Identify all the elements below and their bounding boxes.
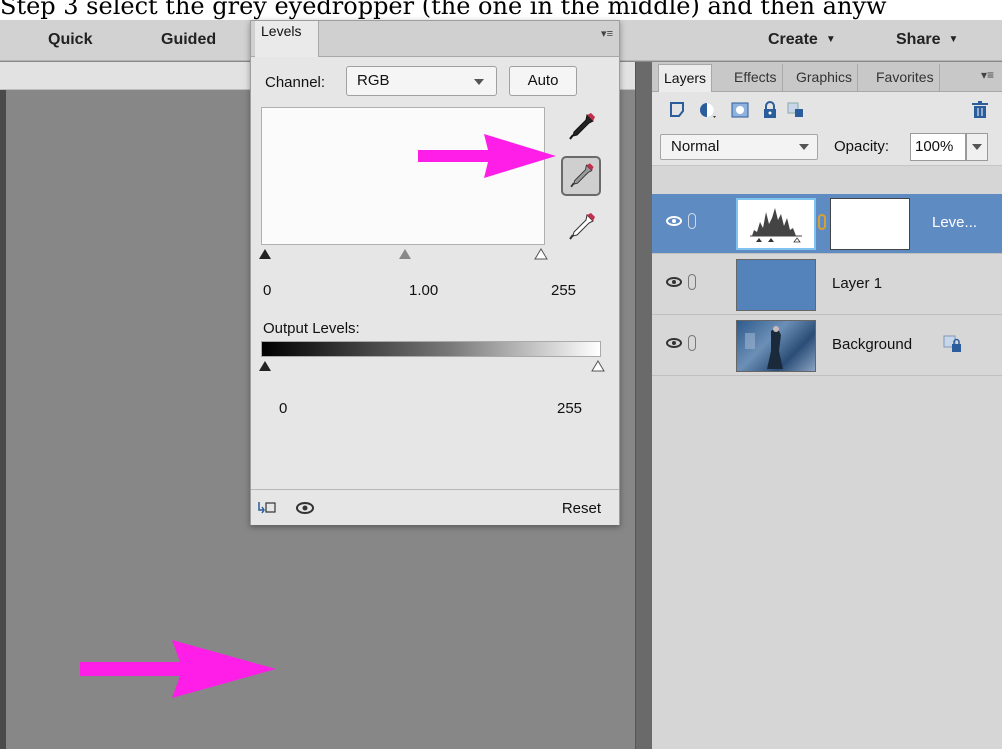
layers-panel: Layers Effects Graphics Favorites ▾≡ Nor… bbox=[652, 62, 1002, 749]
annotation-arrow-icon bbox=[418, 134, 556, 178]
output-levels-label: Output Levels: bbox=[263, 320, 360, 337]
adjustment-layer-icon[interactable] bbox=[698, 100, 718, 120]
panel-divider[interactable] bbox=[635, 62, 652, 749]
blend-mode-select[interactable]: Normal bbox=[660, 134, 818, 160]
lock-transparency-icon bbox=[943, 335, 961, 352]
chevron-down-icon: ▼ bbox=[825, 34, 836, 45]
panel-tabs: Layers Effects Graphics Favorites ▾≡ bbox=[652, 62, 1002, 92]
layers-toolbar bbox=[652, 92, 1002, 126]
panel-menu-icon[interactable]: ▾≡ bbox=[981, 68, 994, 82]
input-white-value[interactable]: 255 bbox=[551, 282, 576, 299]
grey-eyedropper-icon bbox=[570, 163, 594, 188]
black-point-handle bbox=[259, 249, 271, 259]
gamma-handle bbox=[399, 249, 411, 259]
link-icon bbox=[688, 213, 696, 229]
auto-button[interactable]: Auto bbox=[509, 66, 577, 96]
new-layer-icon[interactable] bbox=[668, 100, 688, 120]
link-icon bbox=[688, 335, 696, 351]
layer-mask-icon[interactable] bbox=[730, 100, 750, 120]
input-gamma-value[interactable]: 1.00 bbox=[409, 282, 438, 299]
share-label: Share bbox=[896, 31, 941, 49]
white-eyedropper-icon[interactable] bbox=[561, 207, 601, 247]
eye-icon[interactable] bbox=[295, 501, 315, 515]
trash-icon[interactable] bbox=[970, 100, 990, 120]
reset-button[interactable]: Reset bbox=[562, 500, 601, 517]
photo-preview-image bbox=[745, 326, 783, 369]
levels-dialog: Levels ▾≡ Channel: RGB Auto 0 1.00 255 O… bbox=[250, 20, 620, 525]
tab-favorites[interactable]: Favorites bbox=[871, 64, 940, 92]
guided-mode-button[interactable]: Guided bbox=[161, 20, 216, 60]
channel-label: Channel: bbox=[265, 74, 326, 91]
tab-layers[interactable]: Layers bbox=[658, 64, 713, 92]
levels-tabbar: Levels ▾≡ bbox=[251, 21, 619, 57]
output-black-handle bbox=[259, 361, 271, 371]
create-menu-button[interactable]: Create ▼ bbox=[768, 20, 836, 60]
blend-row: Normal Opacity: 100% bbox=[652, 126, 1002, 166]
opacity-label: Opacity: bbox=[834, 138, 890, 155]
instruction-caption: Step 3 select the grey eyedropper (the o… bbox=[0, 0, 887, 20]
grey-eyedropper-button[interactable] bbox=[561, 156, 601, 196]
chevron-down-icon: ▼ bbox=[948, 34, 959, 45]
channel-select[interactable]: RGB bbox=[346, 66, 497, 96]
layer-row-background[interactable]: Background bbox=[652, 316, 1002, 376]
channel-value: RGB bbox=[357, 72, 390, 89]
lock-transparency-icon[interactable] bbox=[786, 100, 806, 120]
layer-mask-thumbnail[interactable] bbox=[830, 198, 910, 250]
layer1-thumbnail[interactable] bbox=[736, 259, 816, 311]
quick-mode-button[interactable]: Quick bbox=[48, 20, 92, 60]
panel-menu-icon[interactable]: ▾≡ bbox=[601, 27, 613, 40]
layer-name: Leve... bbox=[932, 214, 978, 231]
output-white-handle bbox=[591, 360, 605, 372]
output-black-value[interactable]: 0 bbox=[279, 400, 287, 417]
eye-icon[interactable] bbox=[666, 216, 682, 226]
chain-link-icon[interactable] bbox=[818, 214, 826, 230]
output-white-value[interactable]: 255 bbox=[557, 400, 582, 417]
blend-mode-value: Normal bbox=[671, 138, 720, 155]
black-eyedropper-icon[interactable] bbox=[561, 107, 601, 147]
eye-icon[interactable] bbox=[666, 338, 682, 348]
share-menu-button[interactable]: Share ▼ bbox=[896, 20, 958, 60]
eye-icon[interactable] bbox=[666, 277, 682, 287]
chevron-down-icon bbox=[799, 144, 809, 150]
chevron-down-icon bbox=[474, 79, 484, 85]
output-levels-slider[interactable] bbox=[255, 355, 615, 375]
opacity-dropdown-button[interactable] bbox=[966, 133, 988, 161]
input-levels-slider[interactable] bbox=[255, 243, 555, 263]
lock-icon[interactable] bbox=[760, 100, 780, 120]
layer-name: Layer 1 bbox=[832, 275, 883, 292]
levels-tab[interactable]: Levels bbox=[255, 21, 319, 57]
link-icon bbox=[688, 274, 696, 290]
layer-name: Background bbox=[832, 336, 913, 353]
app-window: Quick Guided Create ▼ Share ▼ Layers Effec… bbox=[0, 20, 1002, 749]
levels-adjustment-thumbnail[interactable] bbox=[736, 198, 816, 250]
background-thumbnail[interactable] bbox=[736, 320, 816, 372]
input-black-value[interactable]: 0 bbox=[263, 282, 271, 299]
create-label: Create bbox=[768, 31, 818, 49]
tab-graphics[interactable]: Graphics bbox=[791, 64, 859, 92]
annotation-arrow-icon bbox=[80, 640, 276, 698]
clip-to-layer-icon[interactable] bbox=[257, 500, 277, 516]
opacity-input[interactable]: 100% bbox=[910, 133, 966, 161]
layer-row-layer1[interactable]: Layer 1 bbox=[652, 255, 1002, 315]
tab-effects[interactable]: Effects bbox=[729, 64, 783, 92]
white-point-handle bbox=[534, 248, 548, 260]
histogram-icon bbox=[750, 208, 802, 243]
levels-footer: Reset bbox=[251, 489, 619, 525]
layer-row-levels[interactable]: Leve... bbox=[652, 194, 1002, 254]
